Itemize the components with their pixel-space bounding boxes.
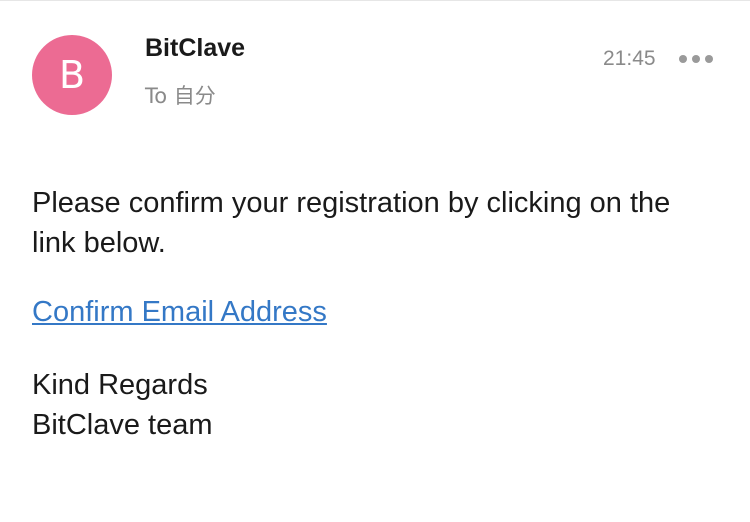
timestamp: 21:45 xyxy=(603,47,656,70)
signoff-team: BitClave team xyxy=(32,409,213,441)
more-options-icon[interactable] xyxy=(679,54,713,64)
avatar[interactable]: B xyxy=(32,35,112,115)
signoff-greeting: Kind Regards xyxy=(32,369,208,401)
more-dot xyxy=(679,55,687,63)
more-dot xyxy=(692,55,700,63)
recipient-line[interactable]: To 自分 xyxy=(145,80,216,110)
confirm-email-link[interactable]: Confirm Email Address xyxy=(32,294,327,330)
sender-name[interactable]: BitClave xyxy=(145,34,245,63)
more-dot xyxy=(705,55,713,63)
message-body: Please confirm your registration by clic… xyxy=(32,187,671,259)
signoff: Kind Regards BitClave team xyxy=(32,365,213,445)
top-divider xyxy=(0,0,750,1)
